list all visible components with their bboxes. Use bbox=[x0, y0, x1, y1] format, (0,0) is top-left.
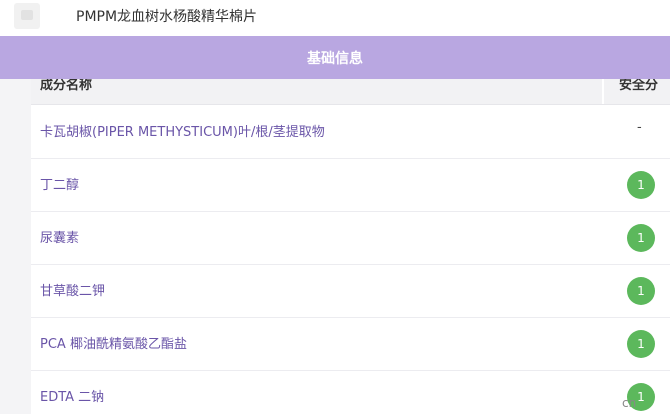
ingredient-link[interactable]: 甘草酸二钾 bbox=[40, 280, 105, 299]
table-row[interactable]: PCA 椰油酰精氨酸乙酯盐 1 bbox=[31, 317, 670, 371]
ingredient-table: 成分名称 安全分 卡瓦胡椒(PIPER METHYSTICUM)叶/根/茎提取物… bbox=[31, 63, 670, 414]
ingredient-link[interactable]: 尿囊素 bbox=[40, 227, 79, 246]
watermark: cn bbox=[622, 396, 637, 410]
ingredient-link[interactable]: PCA 椰油酰精氨酸乙酯盐 bbox=[40, 333, 187, 352]
table-row[interactable]: EDTA 二钠 1 bbox=[31, 370, 670, 414]
table-row[interactable]: 丁二醇 1 bbox=[31, 158, 670, 212]
safety-score-badge: 1 bbox=[627, 224, 655, 252]
image-placeholder-icon bbox=[21, 10, 33, 20]
table-row[interactable]: 甘草酸二钾 1 bbox=[31, 264, 670, 318]
product-title: PMPM龙血树水杨酸精华棉片 bbox=[76, 9, 258, 25]
section-title: 基础信息 bbox=[307, 51, 363, 67]
safety-score-empty: - bbox=[637, 120, 642, 135]
top-bar: PMPM龙血树水杨酸精华棉片 bbox=[0, 0, 670, 36]
product-thumbnail[interactable] bbox=[14, 3, 40, 29]
ingredient-link[interactable]: 丁二醇 bbox=[40, 174, 79, 193]
safety-score-badge: 1 bbox=[627, 277, 655, 305]
safety-score-badge: 1 bbox=[627, 330, 655, 358]
safety-score-badge: 1 bbox=[627, 171, 655, 199]
left-margin bbox=[0, 79, 31, 414]
ingredient-link[interactable]: 卡瓦胡椒(PIPER METHYSTICUM)叶/根/茎提取物 bbox=[40, 121, 325, 140]
ingredient-link[interactable]: EDTA 二钠 bbox=[40, 386, 104, 405]
table-row[interactable]: 尿囊素 1 bbox=[31, 211, 670, 265]
section-banner: 基础信息 bbox=[0, 36, 670, 79]
table-row[interactable]: 卡瓦胡椒(PIPER METHYSTICUM)叶/根/茎提取物 - bbox=[31, 105, 670, 159]
